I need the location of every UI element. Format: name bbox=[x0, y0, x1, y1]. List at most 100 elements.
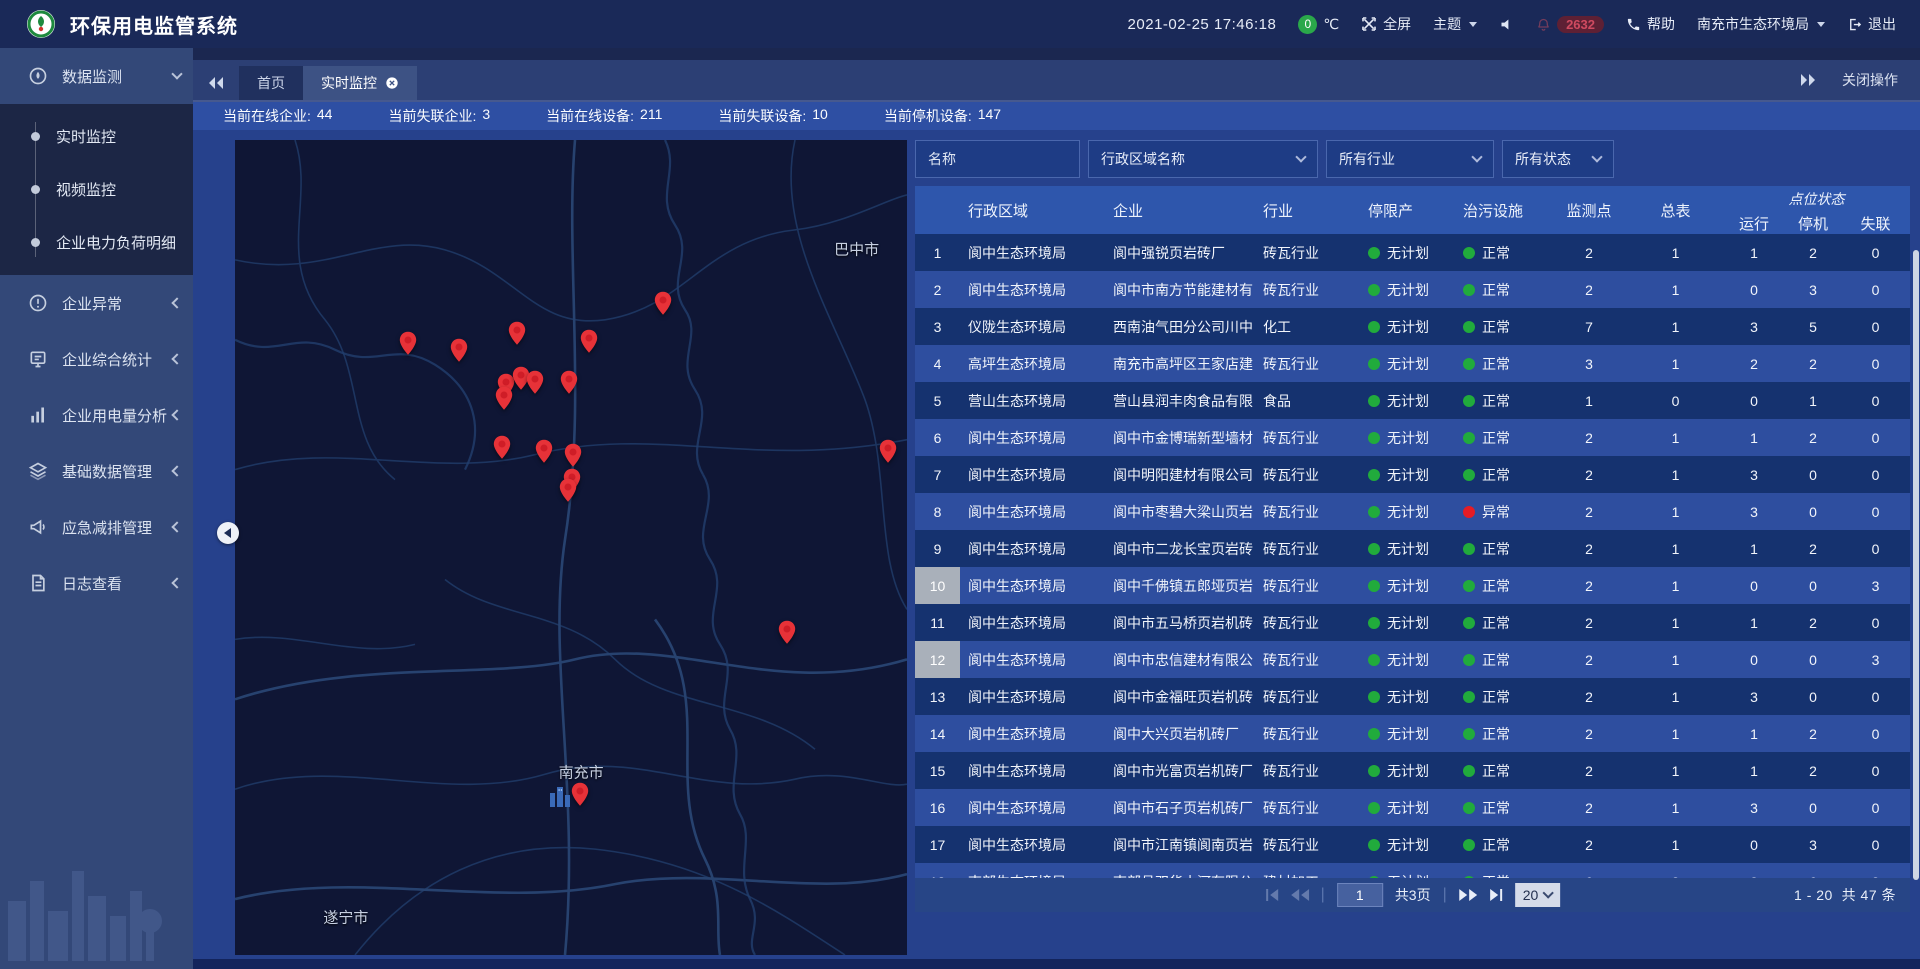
notifications[interactable]: 2632 bbox=[1536, 16, 1604, 33]
status-dot-green bbox=[1368, 691, 1380, 703]
cell-meter-count: 1 bbox=[1628, 837, 1723, 853]
status-dot-green bbox=[1368, 469, 1380, 481]
fullscreen-button[interactable]: 全屏 bbox=[1361, 14, 1411, 34]
sidebar-subitem-video[interactable]: 视频监控 bbox=[0, 163, 193, 216]
cell-halt-count: 2 bbox=[1785, 430, 1841, 446]
sidebar-item-power-analysis[interactable]: 企业用电量分析 bbox=[0, 387, 193, 443]
status-filter-select[interactable]: 所有状态 bbox=[1502, 140, 1614, 178]
table-row[interactable]: 3仪陇生态环境局西南油气田分公司川中化工无计划正常71350 bbox=[915, 308, 1910, 345]
first-page-button[interactable] bbox=[1265, 889, 1279, 901]
cell-index: 10 bbox=[915, 567, 960, 604]
panel-collapse-handle[interactable] bbox=[217, 522, 239, 544]
table-row[interactable]: 4高坪生态环境局南充市高坪区王家店建砖瓦行业无计划正常31220 bbox=[915, 345, 1910, 382]
collapse-tabs-button[interactable] bbox=[193, 66, 239, 100]
cell-region: 阆中生态环境局 bbox=[960, 243, 1105, 263]
tab-home[interactable]: 首页 bbox=[239, 66, 303, 100]
cell-industry: 砖瓦行业 bbox=[1255, 502, 1360, 522]
sidebar-subitem-realtime[interactable]: 实时监控 bbox=[0, 110, 193, 163]
cell-lost-count: 0 bbox=[1841, 726, 1910, 742]
map-pin[interactable] bbox=[879, 439, 898, 464]
sidebar-item-logs[interactable]: 日志查看 bbox=[0, 555, 193, 611]
page-size-select[interactable]: 20 bbox=[1515, 883, 1561, 907]
cell-stop-status: 无计划 bbox=[1360, 724, 1455, 744]
cell-company: 阆中市南方节能建材有 bbox=[1105, 280, 1255, 300]
cell-meter-count: 0 bbox=[1628, 393, 1723, 409]
map-pin[interactable] bbox=[495, 386, 514, 411]
cell-index: 2 bbox=[915, 271, 960, 308]
sidebar-item-data-monitor[interactable]: 数据监测 bbox=[0, 48, 193, 104]
chevron-left-icon bbox=[171, 353, 182, 364]
org-menu[interactable]: 南充市生态环境局 bbox=[1697, 14, 1825, 34]
tab-realtime-monitor[interactable]: 实时监控 bbox=[303, 66, 417, 100]
cell-stop-status: 无计划 bbox=[1360, 650, 1455, 670]
map[interactable]: 巴中市南充市遂宁市 bbox=[235, 140, 907, 955]
map-pin[interactable] bbox=[525, 370, 544, 395]
next-page-button[interactable] bbox=[1459, 889, 1477, 901]
cell-company: 阆中市金博瑞新型墙材 bbox=[1105, 428, 1255, 448]
status-dot-green bbox=[1368, 395, 1380, 407]
table-row[interactable]: 6阆中生态环境局阆中市金博瑞新型墙材砖瓦行业无计划正常21120 bbox=[915, 419, 1910, 456]
logout-button[interactable]: 退出 bbox=[1847, 14, 1896, 34]
map-pin[interactable] bbox=[493, 435, 512, 460]
name-filter-input[interactable] bbox=[915, 140, 1080, 178]
temperature-unit: ℃ bbox=[1323, 16, 1339, 33]
sidebar-item-enterprise-stats[interactable]: 企业综合统计 bbox=[0, 331, 193, 387]
map-pin[interactable] bbox=[559, 478, 578, 503]
prev-page-button[interactable] bbox=[1291, 889, 1309, 901]
cell-facility-status: 正常 bbox=[1455, 539, 1550, 559]
map-pin[interactable] bbox=[564, 443, 583, 468]
table-row[interactable]: 15阆中生态环境局阆中市光富页岩机砖厂砖瓦行业无计划正常21120 bbox=[915, 752, 1910, 789]
bar-chart-icon bbox=[28, 405, 48, 425]
cell-company: 阆中市二龙长宝页岩砖 bbox=[1105, 539, 1255, 559]
table-row[interactable]: 8阆中生态环境局阆中市枣碧大梁山页岩砖瓦行业无计划异常21300 bbox=[915, 493, 1910, 530]
sound-button[interactable] bbox=[1499, 17, 1514, 32]
map-pin[interactable] bbox=[559, 370, 578, 395]
close-operations-button[interactable]: 关闭操作 bbox=[1842, 70, 1898, 90]
theme-menu[interactable]: 主题 bbox=[1433, 14, 1477, 34]
table-row[interactable]: 10阆中生态环境局阆中千佛镇五郎垭页岩砖瓦行业无计划正常21003 bbox=[915, 567, 1910, 604]
sidebar-item-enterprise-abnormal[interactable]: 企业异常 bbox=[0, 275, 193, 331]
table-row[interactable]: 7阆中生态环境局阆中明阳建材有限公司砖瓦行业无计划正常21300 bbox=[915, 456, 1910, 493]
sidebar-subitem-power-load[interactable]: 企业电力负荷明细 bbox=[0, 216, 193, 269]
table-row[interactable]: 5营山生态环境局营山县润丰肉食品有限食品无计划正常10010 bbox=[915, 382, 1910, 419]
last-page-button[interactable] bbox=[1489, 889, 1503, 901]
region-filter-select[interactable]: 行政区域名称 bbox=[1088, 140, 1318, 178]
industry-filter-select[interactable]: 所有行业 bbox=[1326, 140, 1494, 178]
logout-icon bbox=[1847, 17, 1862, 32]
help-button[interactable]: 帮助 bbox=[1626, 14, 1675, 34]
page-scrollbar-thumb[interactable] bbox=[1913, 250, 1919, 880]
close-tab-icon[interactable] bbox=[385, 76, 399, 90]
table-row[interactable]: 16阆中生态环境局阆中市石子页岩机砖厂砖瓦行业无计划正常21300 bbox=[915, 789, 1910, 826]
tab-bar: 首页 实时监控 关闭操作 bbox=[193, 60, 1920, 102]
table-row[interactable]: 14阆中生态环境局阆中大兴页岩机砖厂砖瓦行业无计划正常21120 bbox=[915, 715, 1910, 752]
status-dot-green bbox=[1463, 617, 1475, 629]
map-pin[interactable] bbox=[570, 782, 589, 807]
map-pin[interactable] bbox=[450, 338, 469, 363]
table-row[interactable]: 1阆中生态环境局阆中强锐页岩砖厂砖瓦行业无计划正常21120 bbox=[915, 234, 1910, 271]
cell-stop-status: 无计划 bbox=[1360, 576, 1455, 596]
chevron-down-icon bbox=[1591, 151, 1602, 162]
cell-facility-status: 正常 bbox=[1455, 280, 1550, 300]
table-row[interactable]: 2阆中生态环境局阆中市南方节能建材有砖瓦行业无计划正常21030 bbox=[915, 271, 1910, 308]
table-row[interactable]: 11阆中生态环境局阆中市五马桥页岩机砖砖瓦行业无计划正常21120 bbox=[915, 604, 1910, 641]
map-pin[interactable] bbox=[654, 291, 673, 316]
cell-lost-count: 0 bbox=[1841, 800, 1910, 816]
layers-icon bbox=[28, 461, 48, 481]
map-pin[interactable] bbox=[580, 329, 599, 354]
page-number-input[interactable] bbox=[1337, 883, 1383, 907]
sidebar: 数据监测 实时监控 视频监控 企业电力负荷明细 企业异常 企业综合统计 企业用电… bbox=[0, 48, 193, 969]
table-row[interactable]: 13阆中生态环境局阆中市金福旺页岩机砖砖瓦行业无计划正常21300 bbox=[915, 678, 1910, 715]
map-pin[interactable] bbox=[535, 439, 554, 464]
table-row[interactable]: 18南部生态环境局南部县双华小河有限公建材加工无计划正常60060 bbox=[915, 863, 1910, 878]
map-pin[interactable] bbox=[507, 321, 526, 346]
double-chevron-right-icon[interactable] bbox=[1800, 73, 1816, 87]
map-pin[interactable] bbox=[777, 620, 796, 645]
sidebar-item-emergency[interactable]: 应急减排管理 bbox=[0, 499, 193, 555]
table-row[interactable]: 9阆中生态环境局阆中市二龙长宝页岩砖砖瓦行业无计划正常21120 bbox=[915, 530, 1910, 567]
table-row[interactable]: 12阆中生态环境局阆中市忠信建材有限公砖瓦行业无计划正常21003 bbox=[915, 641, 1910, 678]
sidebar-item-base-data[interactable]: 基础数据管理 bbox=[0, 443, 193, 499]
cell-run-count: 0 bbox=[1723, 282, 1785, 298]
map-pin[interactable] bbox=[398, 331, 417, 356]
status-dot-green bbox=[1463, 284, 1475, 296]
table-row[interactable]: 17阆中生态环境局阆中市江南镇阆南页岩砖瓦行业无计划正常21030 bbox=[915, 826, 1910, 863]
